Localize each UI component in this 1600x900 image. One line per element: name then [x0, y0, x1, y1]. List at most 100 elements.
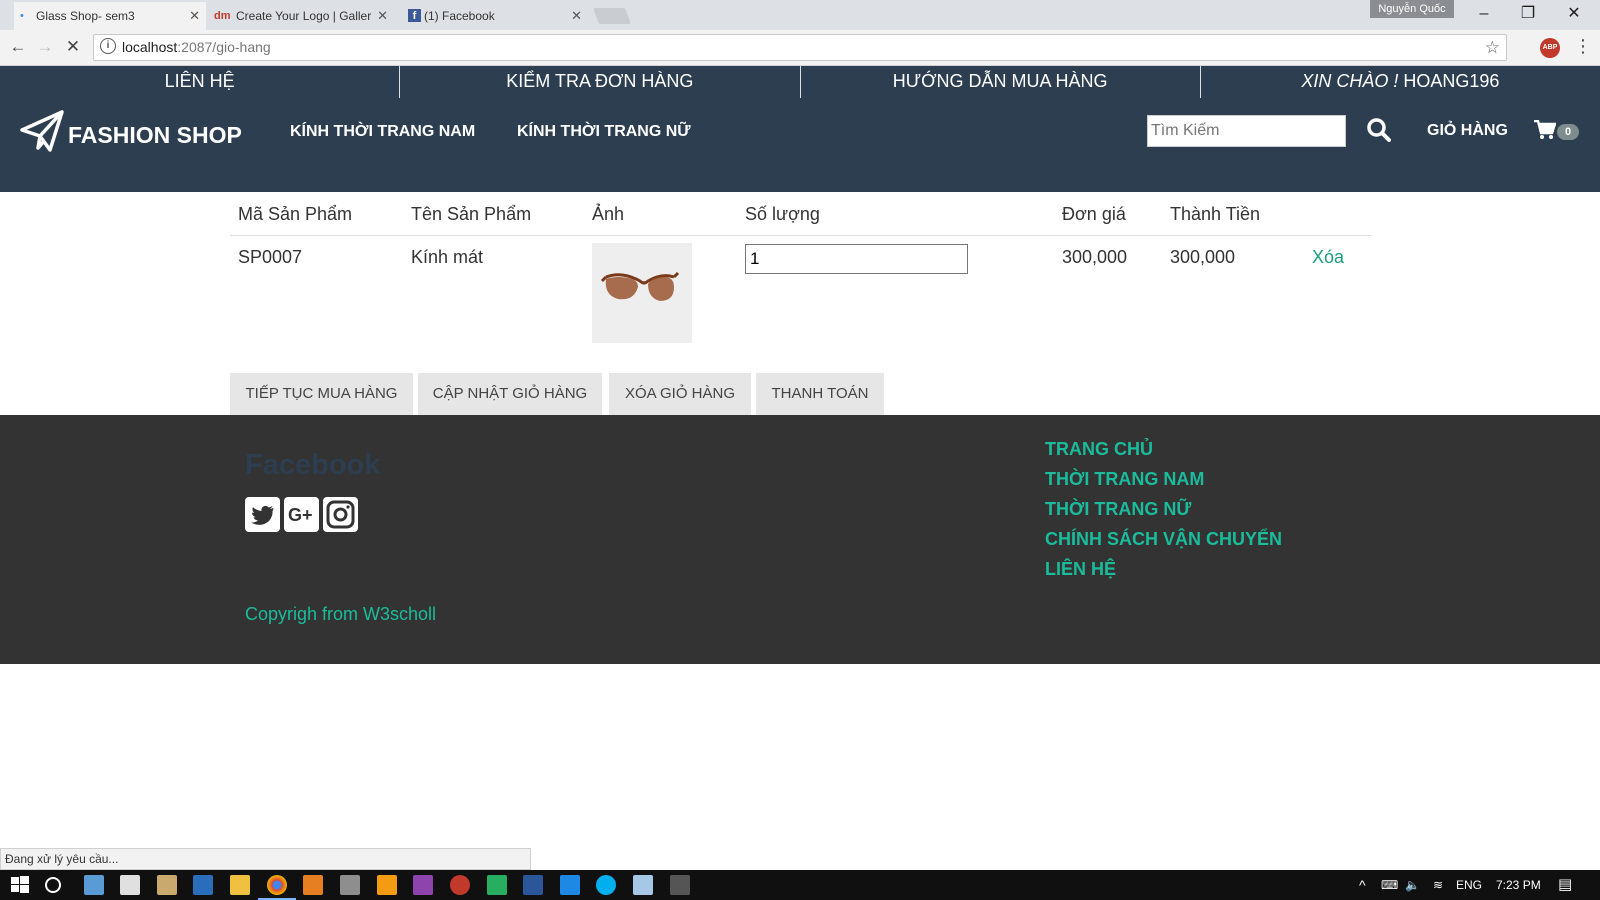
footer-link-shipping-policy[interactable]: CHÍNH SÁCH VẬN CHUYỂN [1045, 529, 1282, 550]
back-arrow-icon[interactable]: ← [7, 36, 29, 58]
table-header-row: Mã Sản Phẩm Tên Sản Phẩm Ảnh Số lượng Đơ… [230, 193, 1371, 236]
address-bar[interactable]: i localhost:2087/gio-hang ☆ [93, 34, 1507, 61]
instagram-icon[interactable] [323, 497, 358, 532]
app-gray-icon[interactable] [670, 875, 690, 895]
stop-loading-icon[interactable]: ✕ [62, 36, 84, 58]
twitter-icon[interactable] [245, 497, 280, 532]
excel-icon[interactable] [487, 875, 507, 895]
continue-shopping-button[interactable]: TIẾP TỤC MUA HÀNG [230, 373, 413, 415]
forward-arrow-icon[interactable]: → [34, 36, 56, 58]
facebook-heading[interactable]: Facebook [245, 449, 380, 482]
footer-link-contact[interactable]: LIÊN HỆ [1045, 559, 1116, 580]
tab-glass-shop[interactable]: • Glass Shop- sem3 ✕ [14, 2, 206, 30]
sunglasses-image [600, 271, 680, 301]
notepad-icon[interactable] [157, 875, 177, 895]
notifications-icon[interactable]: ▤ [1558, 870, 1572, 900]
copyright-text: Copyrigh from W3scholl [245, 604, 437, 624]
product-code: SP0007 [238, 247, 303, 267]
store-icon[interactable] [120, 875, 140, 895]
site-footer: Facebook G+ Copyrigh from W3scholl TRANG… [0, 415, 1600, 664]
visual-studio-icon[interactable] [413, 875, 433, 895]
user-greeting[interactable]: XIN CHÀO ! HOANG196 [1201, 66, 1600, 98]
window-close-icon[interactable]: ✕ [1554, 2, 1594, 26]
browser-status-bubble: Đang xử lý yêu cầu... [0, 848, 531, 870]
close-icon[interactable]: ✕ [189, 2, 200, 30]
column-header-unit-price: Đơn giá [1062, 204, 1126, 224]
browser-toolbar: ← → ✕ i localhost:2087/gio-hang ☆ ABP ⋮ [0, 30, 1600, 66]
tab-title: (1) Facebook [424, 9, 495, 23]
profile-chip[interactable]: Nguyễn Quốc [1370, 0, 1454, 18]
clear-cart-button[interactable]: XÓA GIỎ HÀNG [609, 373, 751, 415]
dm-icon: dm [214, 10, 231, 22]
media-app-icon[interactable] [303, 875, 323, 895]
word-icon[interactable] [523, 875, 543, 895]
chrome-icon[interactable] [267, 875, 287, 895]
footer-link-men[interactable]: THỜI TRANG NAM [1045, 469, 1204, 490]
tab-facebook[interactable]: f (1) Facebook ✕ [402, 2, 588, 30]
cart-count-badge: 0 [1557, 124, 1579, 140]
update-cart-button[interactable]: CẬP NHẬT GIỎ HÀNG [418, 373, 602, 415]
tab-create-logo[interactable]: dm Create Your Logo | Galler ✕ [208, 2, 394, 30]
paper-plane-icon [20, 110, 64, 152]
column-header-image: Ảnh [592, 204, 625, 224]
restore-icon[interactable]: ❐ [1508, 2, 1548, 26]
search-input[interactable] [1147, 115, 1346, 147]
line-total: 300,000 [1170, 247, 1236, 267]
url-text[interactable]: localhost:2087/gio-hang [122, 35, 271, 60]
google-plus-icon[interactable]: G+ [284, 497, 319, 532]
tab-title: Glass Shop- sem3 [36, 9, 135, 23]
product-name: Kính mát [411, 247, 484, 267]
column-header-code: Mã Sản Phẩm [238, 204, 353, 224]
cart-link[interactable]: GIỎ HÀNG [1427, 122, 1508, 140]
facebook-icon: f [408, 9, 421, 22]
file-explorer-icon[interactable] [230, 875, 250, 895]
contact-link[interactable]: LIÊN HỆ [0, 66, 401, 98]
checkout-button[interactable]: THANH TOÁN [756, 373, 884, 415]
close-icon[interactable]: ✕ [377, 2, 388, 30]
svg-text:G+: G+ [288, 505, 313, 525]
footer-link-women[interactable]: THỜI TRANG NỮ [1045, 499, 1191, 520]
check-order-link[interactable]: KIỂM TRA ĐƠN HÀNG [400, 66, 801, 98]
close-icon[interactable]: ✕ [571, 2, 582, 30]
minimize-icon[interactable]: – [1464, 2, 1504, 26]
shopping-cart-icon[interactable] [1534, 120, 1556, 140]
volume-icon[interactable]: 🔈 [1405, 870, 1420, 900]
app-blue-icon[interactable] [560, 875, 580, 895]
clock[interactable]: 7:23 PM [1496, 870, 1541, 900]
tools-icon[interactable] [340, 875, 360, 895]
search-icon[interactable] [1366, 117, 1392, 143]
network-icon[interactable]: ⌨ [1381, 870, 1398, 900]
search-circle-icon[interactable] [45, 877, 61, 893]
delete-item-link[interactable]: Xóa [1312, 247, 1344, 268]
task-view-icon[interactable] [84, 875, 104, 895]
app-red-icon[interactable] [450, 875, 470, 895]
browser-tab-bar: • Glass Shop- sem3 ✕ dm Create Your Logo… [0, 0, 1600, 30]
unit-price: 300,000 [1062, 247, 1128, 267]
video-player-icon[interactable] [377, 875, 397, 895]
windows-start-icon[interactable] [10, 875, 30, 895]
product-image[interactable] [592, 243, 692, 343]
tray-chevron-icon[interactable]: ^ [1359, 870, 1366, 900]
nav-men-glasses[interactable]: KÍNH THỜI TRANG NAM [290, 123, 475, 141]
site-header: FASHION SHOP KÍNH THỜI TRANG NAM KÍNH TH… [0, 98, 1600, 192]
wifi-icon[interactable]: ≋ [1433, 870, 1443, 900]
language-indicator[interactable]: ENG [1456, 870, 1482, 900]
footer-link-home[interactable]: TRANG CHỦ [1045, 439, 1153, 460]
new-tab-button[interactable] [593, 8, 631, 24]
logo-text: FASHION SHOP [68, 122, 242, 148]
top-link-strip: LIÊN HỆ KIỂM TRA ĐƠN HÀNG HƯỚNG DẪN MUA … [0, 66, 1600, 98]
tab-title: Create Your Logo | Galler [236, 9, 372, 23]
column-header-name: Tên Sản Phẩm [411, 204, 532, 224]
virtualbox-icon[interactable] [633, 875, 653, 895]
browser-menu-icon[interactable]: ⋮ [1574, 36, 1592, 57]
xml-editor-icon[interactable] [193, 875, 213, 895]
adblock-extension-icon[interactable]: ABP [1540, 38, 1560, 58]
bookmark-star-icon[interactable]: ☆ [1485, 35, 1500, 60]
skype-icon[interactable] [596, 875, 616, 895]
quantity-input[interactable] [745, 244, 968, 274]
column-header-total: Thành Tiền [1170, 204, 1261, 224]
buy-guide-link[interactable]: HƯỚNG DẪN MUA HÀNG [801, 66, 1201, 98]
nav-women-glasses[interactable]: KÍNH THỜI TRANG NỮ [517, 123, 691, 141]
windows-taskbar: ^ ⌨ 🔈 ≋ ENG 7:23 PM ▤ [0, 870, 1600, 900]
info-icon[interactable]: i [100, 38, 116, 54]
